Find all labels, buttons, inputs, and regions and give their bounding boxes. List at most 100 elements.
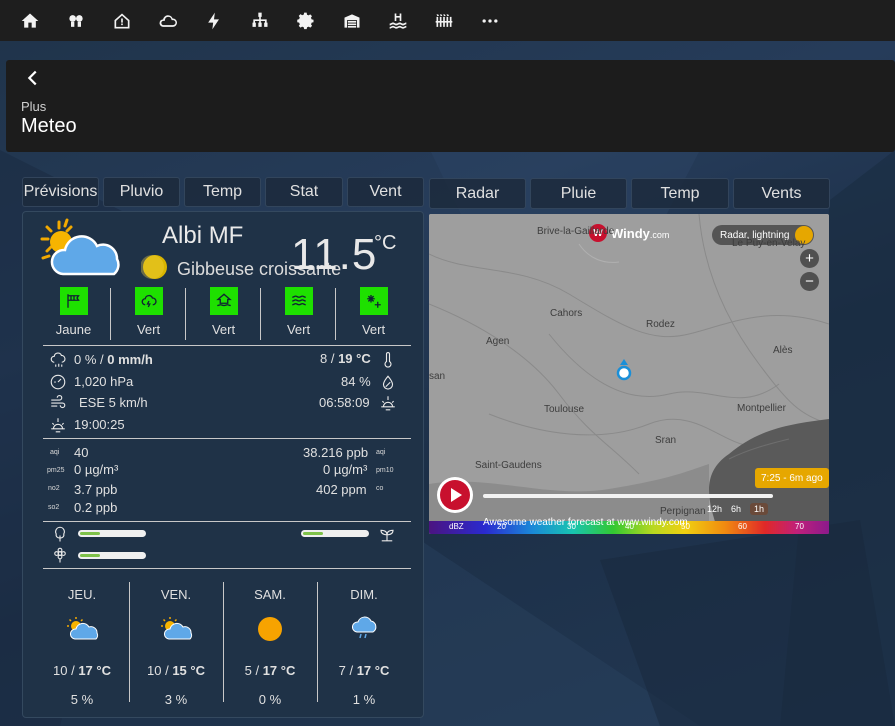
sunset-icon: [49, 416, 67, 434]
tree-icon: [51, 525, 69, 543]
forecast-precip: 3 %: [164, 692, 188, 707]
tab-pluvio[interactable]: Pluvio: [103, 177, 180, 207]
alert-label: Jaune: [55, 322, 92, 337]
tab-temp[interactable]: Temp: [184, 177, 261, 207]
forecast-day: SAM. 5 / 17 °C 0 %: [223, 587, 317, 707]
speed-6h[interactable]: 6h: [727, 503, 745, 515]
tab-vent[interactable]: Vent: [347, 177, 424, 207]
page-subtitle: Plus: [21, 99, 47, 114]
house-alert-icon[interactable]: [106, 5, 137, 37]
temp-min: 8 /: [320, 351, 339, 366]
scale-label: dBZ: [449, 522, 464, 531]
chevron-left-icon[interactable]: [22, 67, 46, 91]
pool-icon[interactable]: [382, 5, 413, 37]
alert-label: Vert: [286, 322, 311, 337]
sunrise-time: 06:58:09: [319, 395, 370, 410]
garage-icon[interactable]: [336, 5, 367, 37]
map-city-label: Le Puy-en-Velay: [732, 238, 806, 249]
rain-cloud-icon: [317, 614, 411, 644]
gear-icon[interactable]: [290, 5, 321, 37]
forecast-day: JEU. 10 / 17 °C 5 %: [35, 587, 129, 707]
play-button[interactable]: [437, 477, 473, 513]
alert-label: Vert: [136, 322, 161, 337]
aqi-value: 40: [74, 445, 89, 460]
network-icon[interactable]: [244, 5, 275, 37]
top-navigation: [0, 0, 895, 41]
waves-icon: [284, 287, 313, 315]
o3-value: 38.216 ppb: [303, 445, 369, 460]
zoom-out-button[interactable]: −: [800, 272, 819, 291]
speed-1h[interactable]: 1h: [750, 503, 769, 515]
radiator-icon[interactable]: [428, 5, 459, 37]
tab-previsions[interactable]: Prévisions: [22, 177, 99, 207]
humidity-value: 84 %: [341, 374, 371, 389]
timeline-slider[interactable]: [483, 494, 773, 498]
wind-icon: [49, 394, 67, 412]
tab-pluie[interactable]: Pluie: [530, 178, 627, 209]
forecast-day-name: SAM.: [254, 587, 286, 602]
page-header: Plus Meteo: [6, 60, 895, 152]
lightning-icon[interactable]: [198, 5, 229, 37]
page-title: Meteo: [21, 115, 77, 137]
forecast-temp-low: 5 /: [244, 663, 263, 678]
wind-sock-icon: [59, 287, 88, 315]
rain-rate: 0 mm/h: [107, 352, 153, 367]
rain-percent: 0 % /: [74, 352, 108, 367]
map-city-label: Rodez: [646, 319, 675, 330]
map-city-label: Perpignan: [660, 506, 706, 517]
cloud-icon[interactable]: [152, 5, 183, 37]
scale-label: 60: [738, 522, 747, 531]
speed-12h[interactable]: 12h: [703, 503, 726, 515]
windy-name: Windy: [611, 225, 650, 241]
more-icon[interactable]: [474, 5, 505, 37]
divider: [43, 521, 411, 522]
alert-label: Vert: [211, 322, 236, 337]
pm25-value: 0 µg/m³: [74, 462, 119, 477]
partly-cloudy-icon: [40, 218, 120, 276]
no2-label: no2: [48, 485, 60, 492]
tab-stat[interactable]: Stat: [265, 177, 343, 207]
forecast-precip: 5 %: [70, 692, 94, 707]
gauge-icon: [49, 373, 67, 391]
tab-vents[interactable]: Vents: [733, 178, 830, 209]
divider: [43, 438, 411, 439]
location-pin-icon: [616, 359, 632, 381]
lightbulbs-icon[interactable]: [60, 5, 91, 37]
forecast-temp-high: 17 °C: [262, 663, 296, 678]
alert-snow: Vert: [336, 287, 411, 337]
divider: [43, 568, 411, 569]
map-city-label: Agen: [486, 336, 510, 347]
forecast-day: DIM. 7 / 17 °C 1 %: [317, 587, 411, 707]
tab-radar[interactable]: Radar: [429, 178, 526, 209]
forecast-precip: 1 %: [352, 692, 376, 707]
map-attribution[interactable]: Awesome weather forecast at www.windy.co…: [483, 517, 688, 528]
pm25-label: pm25: [47, 467, 65, 474]
zoom-in-button[interactable]: +: [800, 249, 819, 268]
pollen-level: [80, 554, 101, 557]
flower-icon: [51, 546, 69, 564]
temperature-unit: °C: [374, 232, 397, 254]
current-temperature: 11.5: [291, 230, 378, 279]
radar-map[interactable]: W Windy.com Radar, lightning + − Brive-l…: [429, 214, 829, 534]
map-city-label: Montpellier: [737, 403, 786, 414]
forecast-temp-high: 15 °C: [172, 663, 205, 678]
home-icon[interactable]: [14, 5, 45, 37]
alert-label: Vert: [361, 322, 386, 337]
partly-cloudy-icon: [129, 614, 223, 644]
thermometer-icon: [379, 351, 397, 369]
flood-icon: [209, 287, 238, 315]
forecast-temp: 7 / 17 °C: [317, 663, 411, 678]
forecast-temp: 10 / 17 °C: [35, 663, 129, 678]
wind-value: ESE 5 km/h: [79, 395, 148, 410]
forecast-temp-high: 17 °C: [78, 663, 111, 678]
pollen-level: [80, 532, 101, 535]
map-city-label: san: [429, 371, 446, 382]
moon-icon: [141, 255, 167, 279]
co-label: co: [376, 485, 384, 492]
forecast-temp: 10 / 15 °C: [129, 663, 223, 678]
tab-temp-2[interactable]: Temp: [631, 178, 729, 209]
map-city-label: Toulouse: [544, 404, 585, 415]
map-city-label: Brive-la-Gaillarde: [537, 226, 615, 237]
pollen-tree-bar: [78, 530, 146, 537]
forecast-temp-high: 17 °C: [356, 663, 390, 678]
